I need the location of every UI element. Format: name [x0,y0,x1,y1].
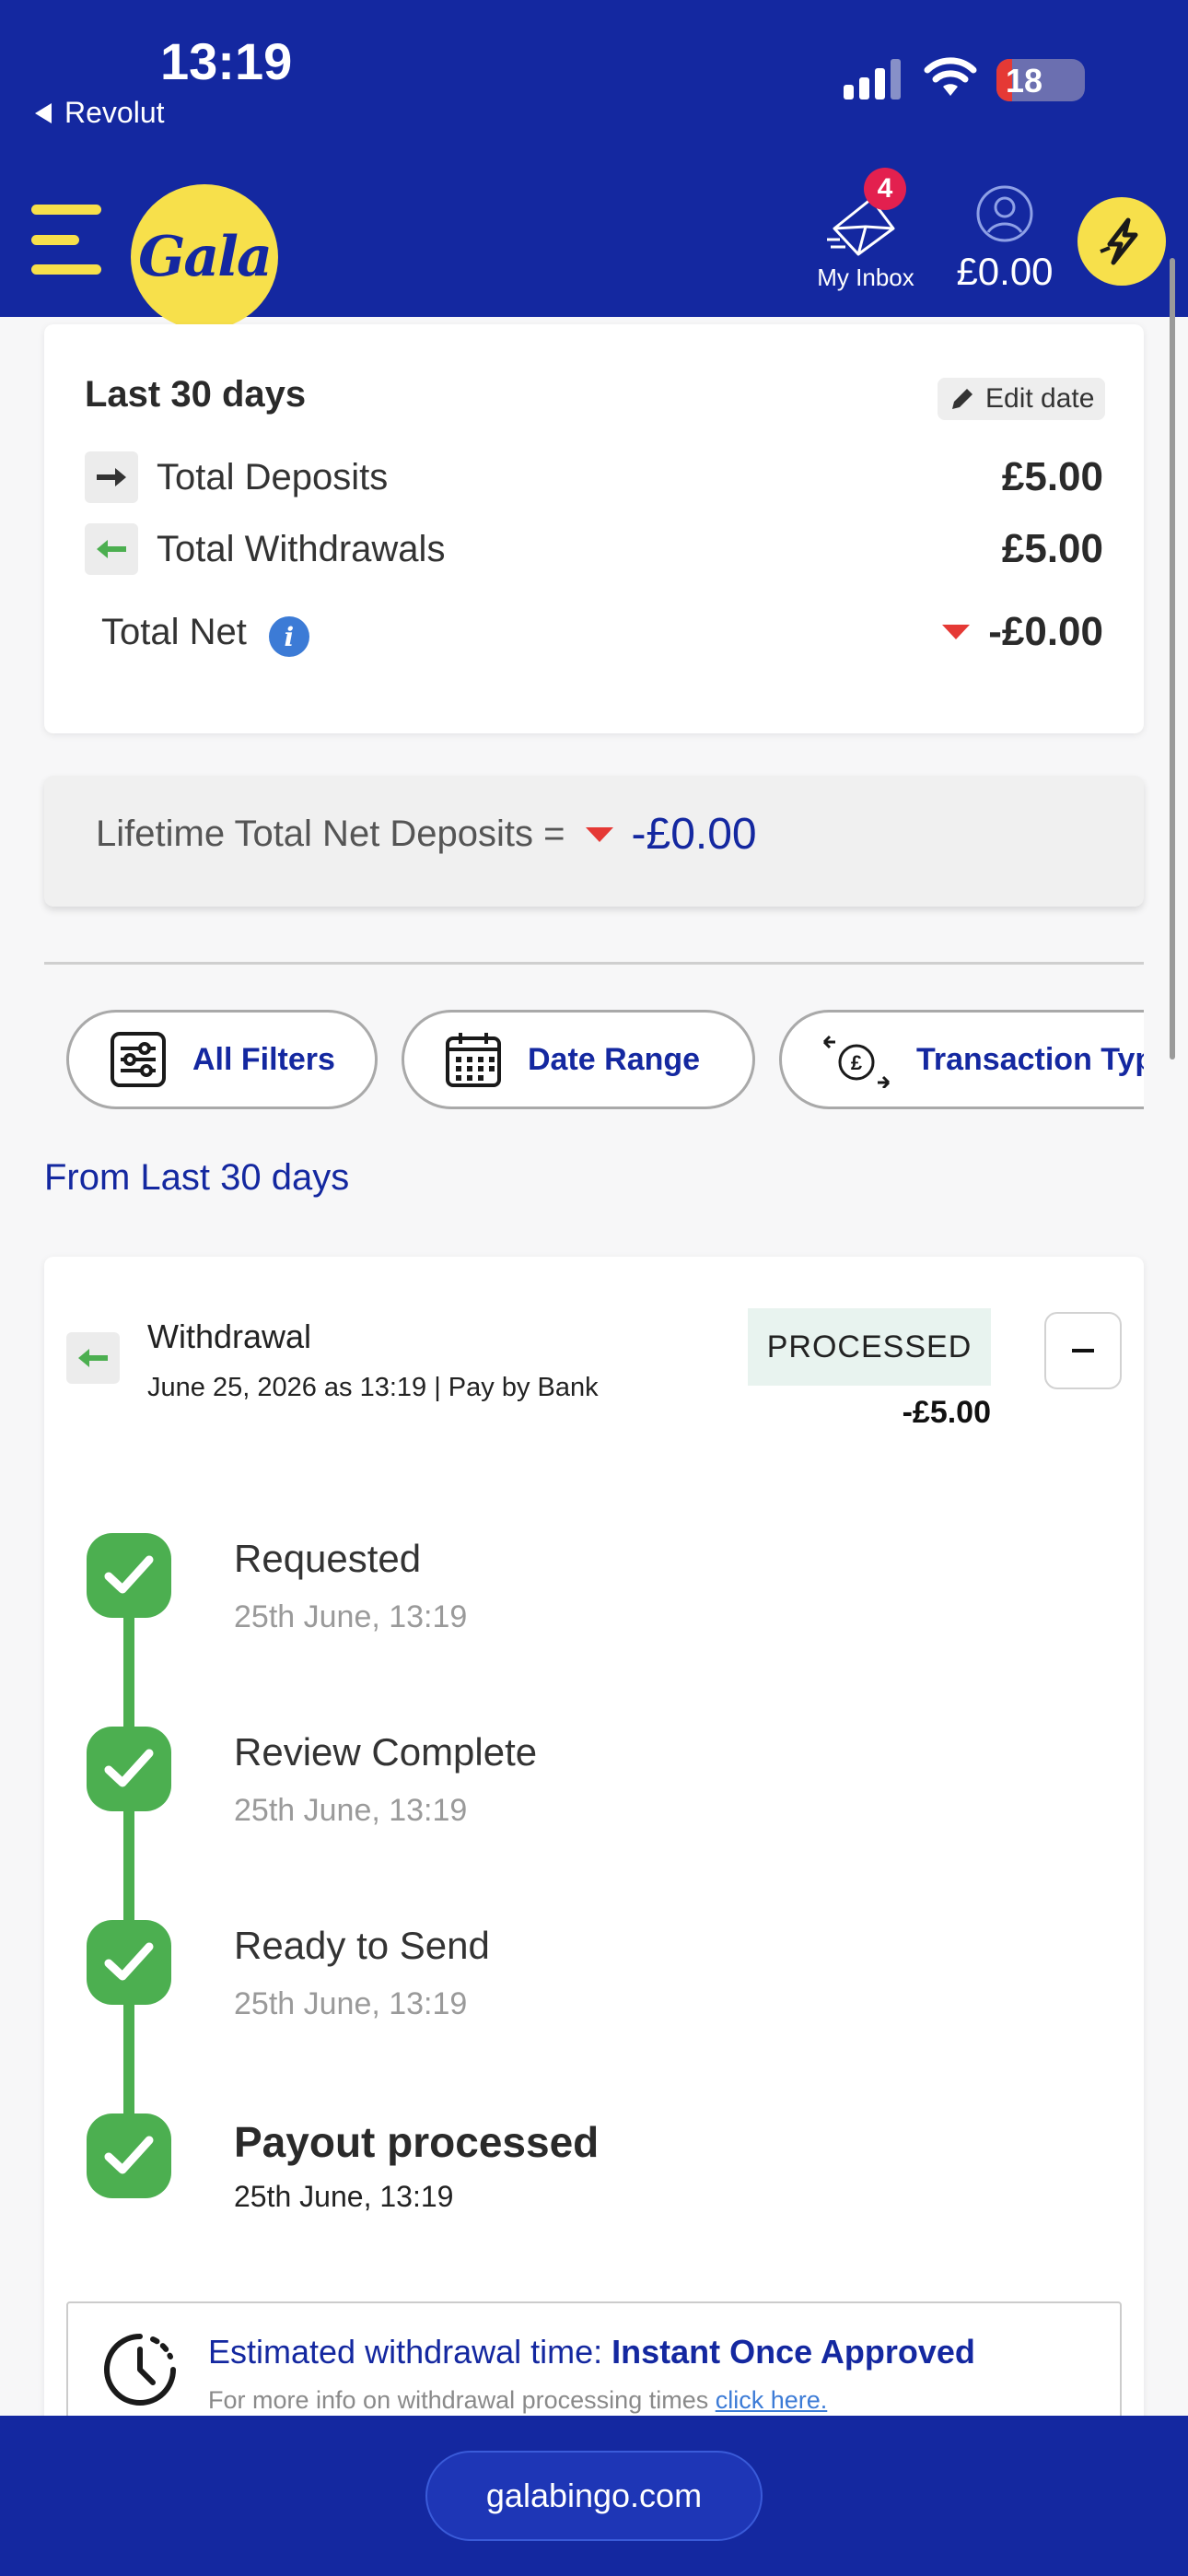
estimate-info: For more info on withdrawal processing t… [208,2386,827,2415]
step-time: 25th June, 13:19 [234,2180,454,2213]
url-bar[interactable]: galabingo.com [425,2451,763,2541]
lifetime-value: -£0.00 [631,810,757,859]
deposits-row: Total Deposits £5.00 [85,450,1103,505]
scrollbar[interactable] [1170,258,1175,1060]
wifi-icon [924,57,977,96]
user-avatar-icon [976,185,1033,242]
processing-times-link[interactable]: click here. [716,2386,828,2414]
net-value: -£0.00 [988,609,1103,654]
withdrawals-label: Total Withdrawals [157,528,446,569]
back-triangle-icon [35,102,52,123]
estimate-prefix: Estimated withdrawal time: [208,2333,612,2371]
edit-date-button[interactable]: Edit date [938,378,1106,420]
date-range-button[interactable]: Date Range [402,1010,755,1109]
gala-logo[interactable]: Gala [131,184,278,330]
filter-chip-row[interactable]: All Filters Date Range £ Transaction Typ… [44,1010,1144,1111]
step-title: Requested [234,1537,422,1580]
estimate-value: Instant Once Approved [611,2333,975,2371]
deposit-arrow-icon [85,451,138,503]
transaction-type-label: Transaction Type [916,1041,1144,1077]
step-time: 25th June, 13:19 [234,1986,468,2021]
transaction-meta: June 25, 2026 as 13:19 | Pay by Bank [147,1373,599,1402]
lightning-icon [1100,217,1138,265]
browser-bottom-bar: galabingo.com [0,2416,1188,2576]
status-badge: PROCESSED [748,1308,991,1386]
net-row: Total Net i -£0.00 [85,604,1103,660]
quick-deposit-button[interactable] [1077,197,1166,286]
estimate-info-text: For more info on withdrawal processing t… [208,2386,716,2414]
withdrawal-arrow-icon [66,1332,120,1384]
battery-tip [1077,72,1083,88]
cellular-signal-icon [844,59,901,100]
battery-indicator: 18 [996,59,1085,101]
net-label: Total Net [101,611,247,652]
timeline-step-ready: Ready to Send 25th June, 13:19 [87,1920,1100,2040]
check-icon [87,1920,171,2005]
deposits-label: Total Deposits [157,456,389,498]
step-time: 25th June, 13:19 [234,1599,468,1634]
inbox-count-badge: 4 [864,168,906,210]
withdrawals-row: Total Withdrawals £5.00 [85,521,1103,577]
timeline-step-requested: Requested 25th June, 13:19 [87,1533,1100,1653]
timeline-step-processed: Payout processed 25th June, 13:19 [87,2113,1100,2233]
deposits-value: £5.00 [1001,454,1103,499]
lifetime-label: Lifetime Total Net Deposits = [96,814,565,854]
calendar-icon [446,1033,501,1087]
transaction-type: Withdrawal [147,1317,312,1355]
section-divider [44,962,1144,965]
balance-value: £0.00 [956,250,1054,293]
minus-icon [1072,1349,1094,1352]
date-range-label: Date Range [528,1041,701,1077]
estimate-text: Estimated withdrawal time: Instant Once … [208,2333,975,2371]
inbox-button[interactable]: 4 My Inbox [810,168,921,295]
step-title: Ready to Send [234,1924,490,1967]
logo-text: Gala [138,225,273,289]
inbox-label: My Inbox [817,263,914,291]
step-title: Review Complete [234,1730,538,1774]
decrease-triangle-icon [585,826,613,842]
lifetime-net-banner: Lifetime Total Net Deposits = -£0.00 [44,776,1144,907]
transaction-type-button[interactable]: £ Transaction Type [779,1010,1144,1109]
all-filters-label: All Filters [192,1041,335,1077]
transaction-card: Withdrawal June 25, 2026 as 13:19 | Pay … [44,1257,1144,2510]
summary-card: Last 30 days Edit date Total Deposits £5… [44,324,1144,733]
collapse-button[interactable] [1044,1312,1122,1389]
transaction-amount: -£5.00 [902,1395,991,1430]
back-to-app-link[interactable]: Revolut [35,96,165,130]
timeline-step-review: Review Complete 25th June, 13:19 [87,1727,1100,1846]
svg-text:£: £ [851,1051,863,1074]
edit-date-label: Edit date [985,383,1095,414]
battery-percent: 18 [1006,62,1043,100]
app-header: 13:19 Revolut 18 Gala 4 My Inbox £0.00 [0,0,1188,330]
check-icon [87,2113,171,2198]
check-icon [87,1727,171,1811]
withdrawal-arrow-icon [85,523,138,575]
status-time: 13:19 [160,32,293,90]
currency-exchange-icon: £ [822,1035,891,1088]
account-balance-button[interactable]: £0.00 [949,184,1061,294]
sliders-icon [111,1032,166,1087]
info-icon[interactable]: i [268,616,309,657]
step-time: 25th June, 13:19 [234,1793,468,1828]
pencil-icon [952,389,973,409]
summary-title: Last 30 days [85,374,307,415]
hamburger-icon[interactable] [31,205,101,275]
clock-icon [104,2334,176,2406]
decrease-triangle-icon [942,625,971,639]
all-filters-button[interactable]: All Filters [66,1010,378,1109]
back-app-label: Revolut [64,96,165,129]
step-title: Payout processed [234,2118,600,2166]
check-icon [87,1533,171,1618]
results-range-label: From Last 30 days [44,1157,350,1198]
withdrawals-value: £5.00 [1001,526,1103,571]
